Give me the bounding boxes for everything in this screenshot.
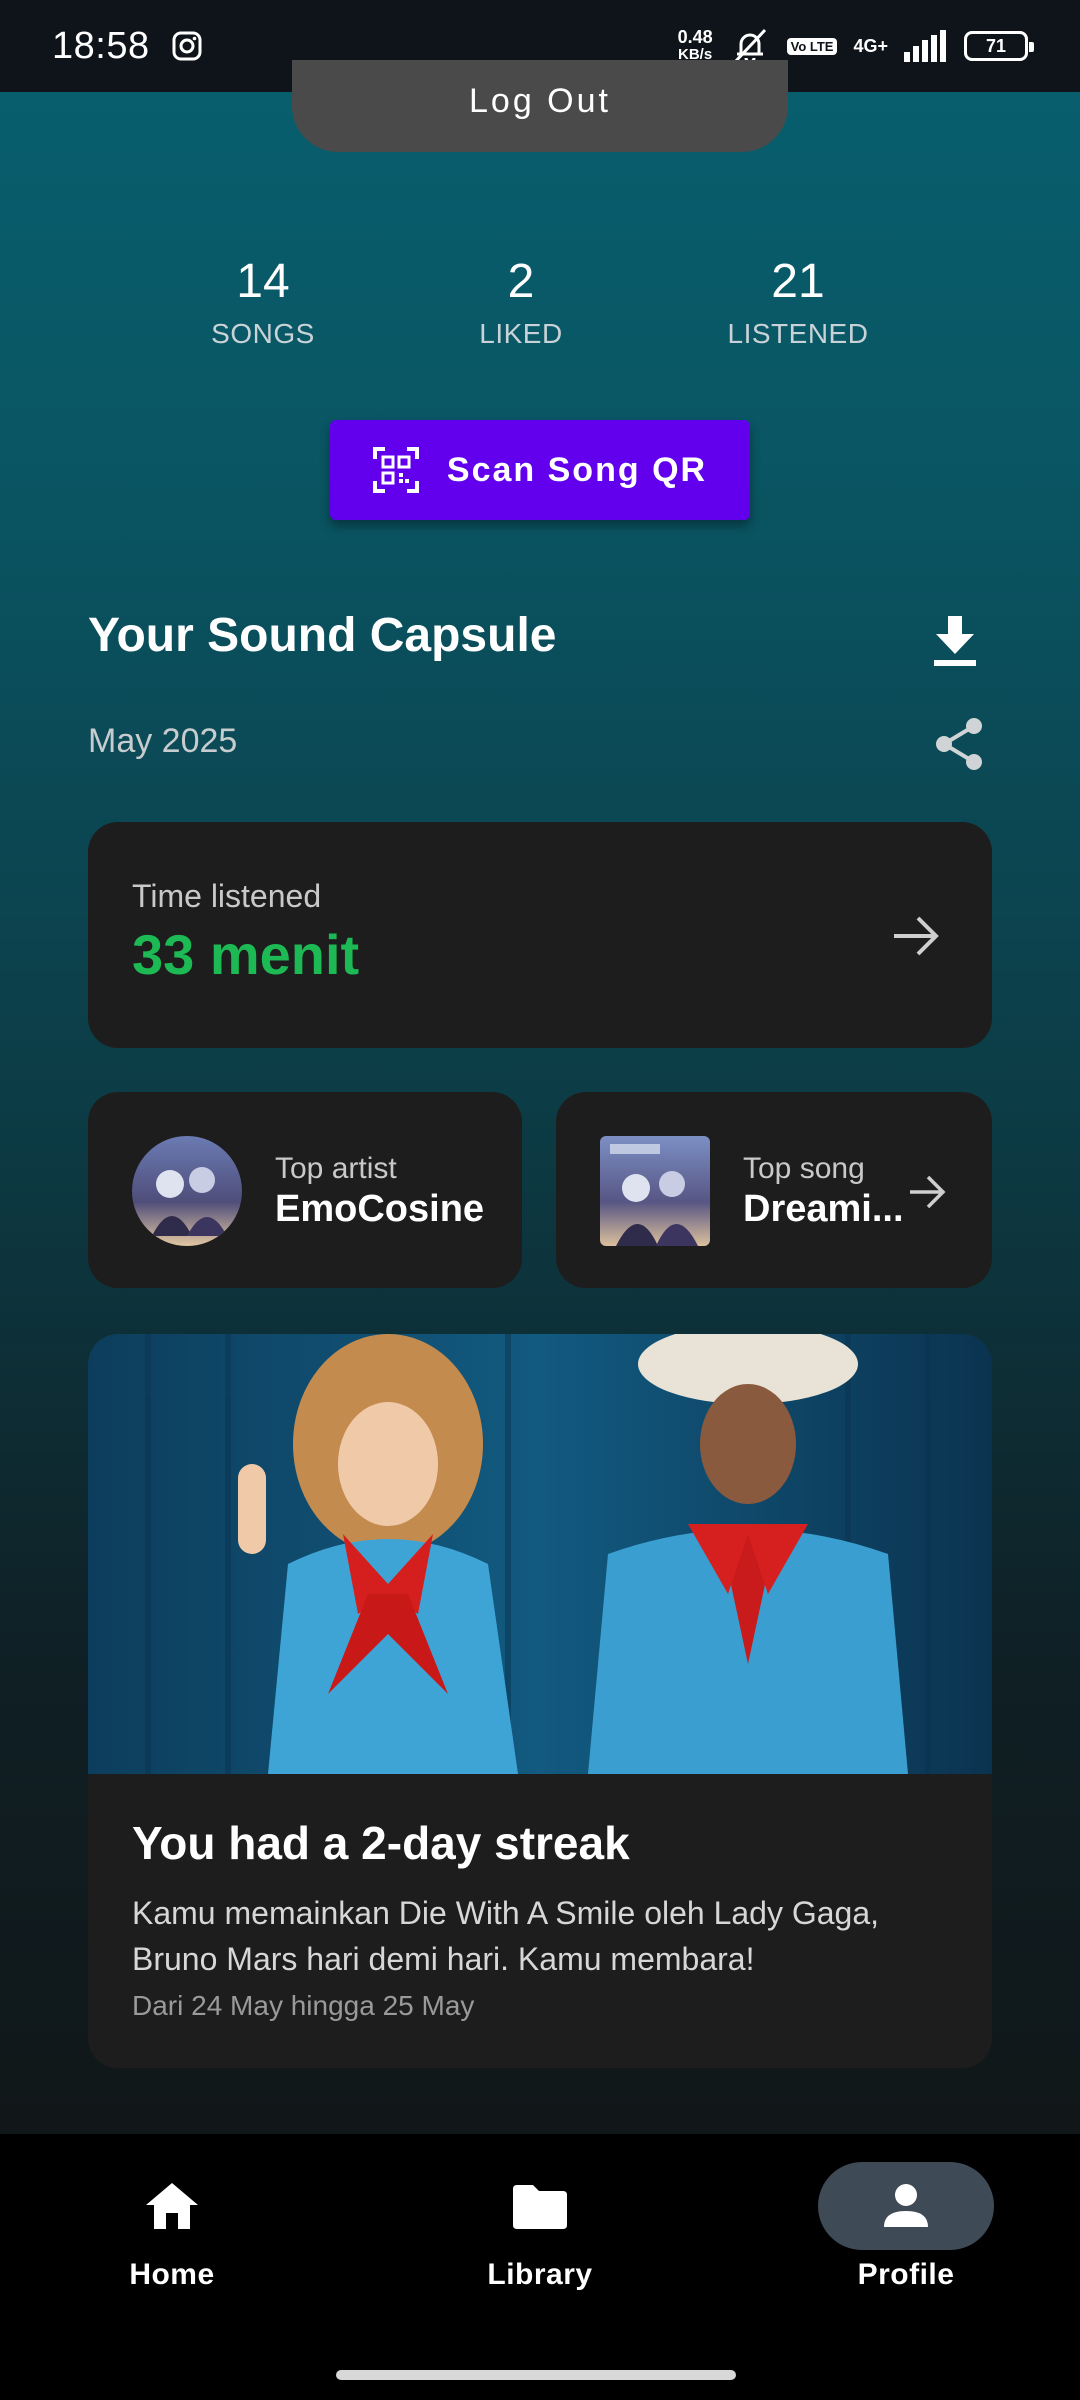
time-listened-value: 33 menit: [132, 923, 360, 986]
download-icon[interactable]: [928, 612, 982, 668]
arrow-right-icon: [910, 1175, 946, 1209]
network-type: 4G+: [853, 36, 888, 56]
top-song-label: Top song: [743, 1152, 865, 1185]
folder-icon: [513, 2185, 567, 2229]
time-listened-label: Time listened: [132, 878, 322, 914]
volte-badge: Vo LTE: [786, 37, 838, 55]
nav-profile[interactable]: Profile: [806, 2162, 1006, 2292]
scan-song-qr-label: Scan Song QR: [446, 450, 708, 489]
capsule-date: May 2025: [88, 722, 238, 760]
signal-icon: [904, 30, 946, 62]
status-time: 18:58: [52, 24, 150, 67]
stat-listened: 21 LISTENED: [727, 255, 869, 349]
home-icon: [146, 2183, 198, 2229]
top-artist-label: Top artist: [275, 1152, 397, 1185]
stat-liked: 2 LIKED: [479, 255, 563, 349]
top-song-title: Dreami...: [743, 1188, 904, 1230]
top-artist-name: EmoCosine: [275, 1188, 485, 1230]
nav-library[interactable]: Library: [440, 2162, 640, 2292]
top-artist-card[interactable]: Top artist EmoCosine: [88, 1092, 522, 1288]
time-listened-card[interactable]: Time listened 33 menit: [88, 822, 992, 1048]
nav-home-label: Home: [129, 2258, 215, 2291]
sound-capsule-title: Your Sound Capsule: [88, 609, 557, 662]
arrow-right-icon: [894, 916, 939, 956]
bottom-navigation: Home Library Profile: [0, 2134, 1080, 2400]
net-speed: 0.48 KB/s: [677, 27, 713, 63]
profile-stats: 14 SONGS 2 LIKED 21 LISTENED: [0, 252, 1080, 372]
nav-profile-label: Profile: [857, 2258, 955, 2291]
top-song-cover: [600, 1136, 710, 1246]
instagram-icon: [172, 31, 202, 61]
streak-title: You had a 2-day streak: [132, 1817, 630, 1869]
scan-song-qr-button[interactable]: Scan Song QR: [330, 420, 750, 520]
person-icon: [884, 2184, 928, 2227]
qr-scan-icon: [372, 447, 419, 493]
streak-description: Kamu memainkan Die With A Smile oleh Lad…: [132, 1895, 880, 1977]
top-artist-avatar: [132, 1136, 242, 1246]
logout-label: Log Out: [469, 82, 611, 120]
nav-home[interactable]: Home: [72, 2162, 272, 2292]
nav-library-label: Library: [487, 2258, 593, 2291]
streak-date-range: Dari 24 May hingga 25 May: [132, 1990, 475, 2021]
logout-button[interactable]: Log Out: [292, 60, 788, 152]
top-song-card[interactable]: Top song Dreami...: [556, 1092, 992, 1288]
battery-icon: 71: [964, 31, 1034, 61]
stat-songs: 14 SONGS: [211, 255, 315, 349]
streak-card[interactable]: You had a 2-day streak Kamu memainkan Di…: [88, 1334, 992, 2068]
share-icon[interactable]: [930, 714, 988, 774]
streak-cover-image: [88, 1334, 992, 1774]
home-indicator[interactable]: [336, 2370, 736, 2380]
